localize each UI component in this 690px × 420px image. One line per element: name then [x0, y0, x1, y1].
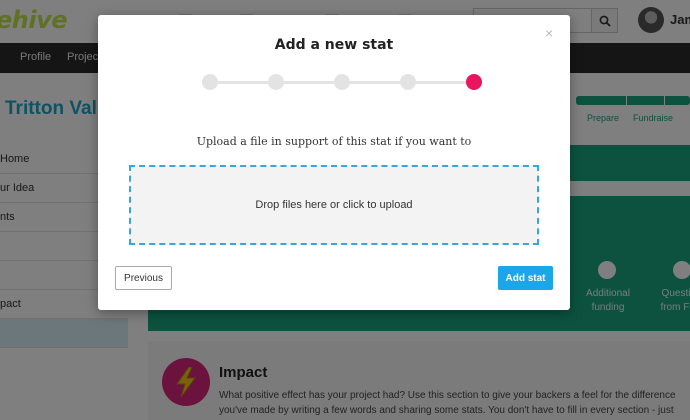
step-indicator	[202, 74, 218, 90]
modal-title: Add a new stat	[274, 37, 394, 53]
add-stat-button[interactable]: Add stat	[498, 266, 553, 290]
upload-prompt: Upload a file in support of this stat if…	[196, 135, 472, 148]
previous-button[interactable]: Previous	[115, 266, 172, 290]
dropzone-label: Drop files here or click to upload	[255, 199, 413, 211]
step-indicator	[268, 74, 284, 90]
step-indicator	[400, 74, 416, 90]
file-dropzone[interactable]: Drop files here or click to upload	[129, 165, 539, 245]
step-indicator-current	[466, 74, 482, 90]
step-indicator	[334, 74, 350, 90]
add-stat-modal: × Add a new stat Upload a file in suppor…	[98, 15, 570, 310]
step-progress	[202, 73, 482, 91]
